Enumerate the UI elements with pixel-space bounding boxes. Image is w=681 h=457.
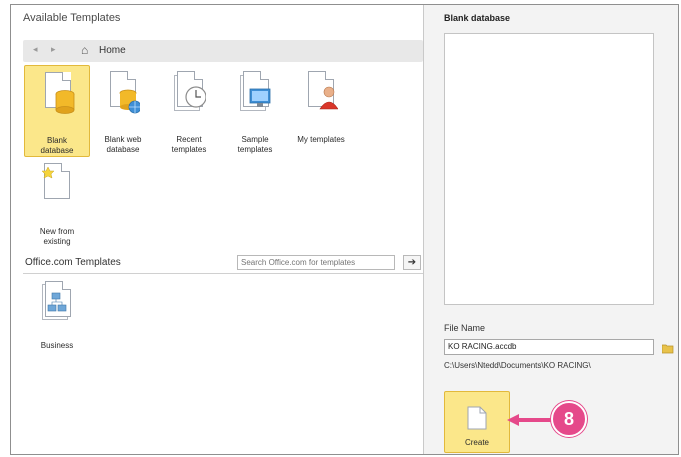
forward-arrow-icon[interactable]: ▸ <box>51 44 56 55</box>
blank-database-icon <box>41 72 75 116</box>
template-label: My templates <box>297 135 345 144</box>
template-my-templates[interactable]: My templates <box>288 65 354 157</box>
template-label: Blank web database <box>104 135 142 154</box>
office-templates-search-input[interactable] <box>237 255 395 270</box>
template-label: New from existing <box>39 227 75 246</box>
create-document-icon <box>467 406 487 430</box>
sample-templates-icon <box>238 71 272 115</box>
step-callout-badge: 8 <box>551 401 587 437</box>
template-label: Sample templates <box>237 135 273 154</box>
office-templates-bar: Office.com Templates ➔ <box>23 255 423 274</box>
search-go-button[interactable]: ➔ <box>403 255 421 270</box>
template-sample-templates[interactable]: Sample templates <box>222 65 288 157</box>
file-name-label: File Name <box>444 323 486 333</box>
template-label: Recent templates <box>171 135 207 154</box>
template-label: Blank database <box>40 136 74 155</box>
blank-web-database-icon <box>106 71 140 115</box>
available-templates-pane: Available Templates ◂ ▸ ⌂ Home Blank dat… <box>11 5 423 454</box>
create-label: Create <box>464 438 489 447</box>
my-templates-icon <box>304 71 338 115</box>
template-recent-templates[interactable]: Recent templates <box>156 65 222 157</box>
nav-home-label[interactable]: Home <box>99 45 126 56</box>
template-label: Business <box>40 341 74 350</box>
callout-arrow <box>507 414 553 426</box>
template-blank-web-database[interactable]: Blank web database <box>90 65 156 157</box>
template-nav-bar: ◂ ▸ ⌂ Home <box>23 40 423 62</box>
back-arrow-icon[interactable]: ◂ <box>33 44 38 55</box>
home-icon[interactable]: ⌂ <box>81 43 88 57</box>
recent-templates-icon <box>172 71 206 115</box>
create-button[interactable]: Create <box>444 391 510 453</box>
blank-database-pane: Blank database File Name KO RACING.accdb… <box>423 5 678 454</box>
office-template-business[interactable]: Business <box>24 275 90 367</box>
business-folder-icon <box>40 281 74 325</box>
available-templates-title: Available Templates <box>23 12 121 24</box>
pane-title: Blank database <box>444 13 511 23</box>
template-blank-database[interactable]: Blank database <box>24 65 90 157</box>
new-from-existing-icon <box>40 163 74 207</box>
template-preview <box>444 33 654 305</box>
file-name-field[interactable]: KO RACING.accdb <box>444 339 654 355</box>
save-path: C:\Users\Ntedd\Documents\KO RACING\ <box>444 361 591 370</box>
office-templates-label: Office.com Templates <box>25 257 121 268</box>
browse-folder-icon[interactable] <box>661 341 674 359</box>
template-new-from-existing[interactable]: New from existing <box>24 157 90 249</box>
